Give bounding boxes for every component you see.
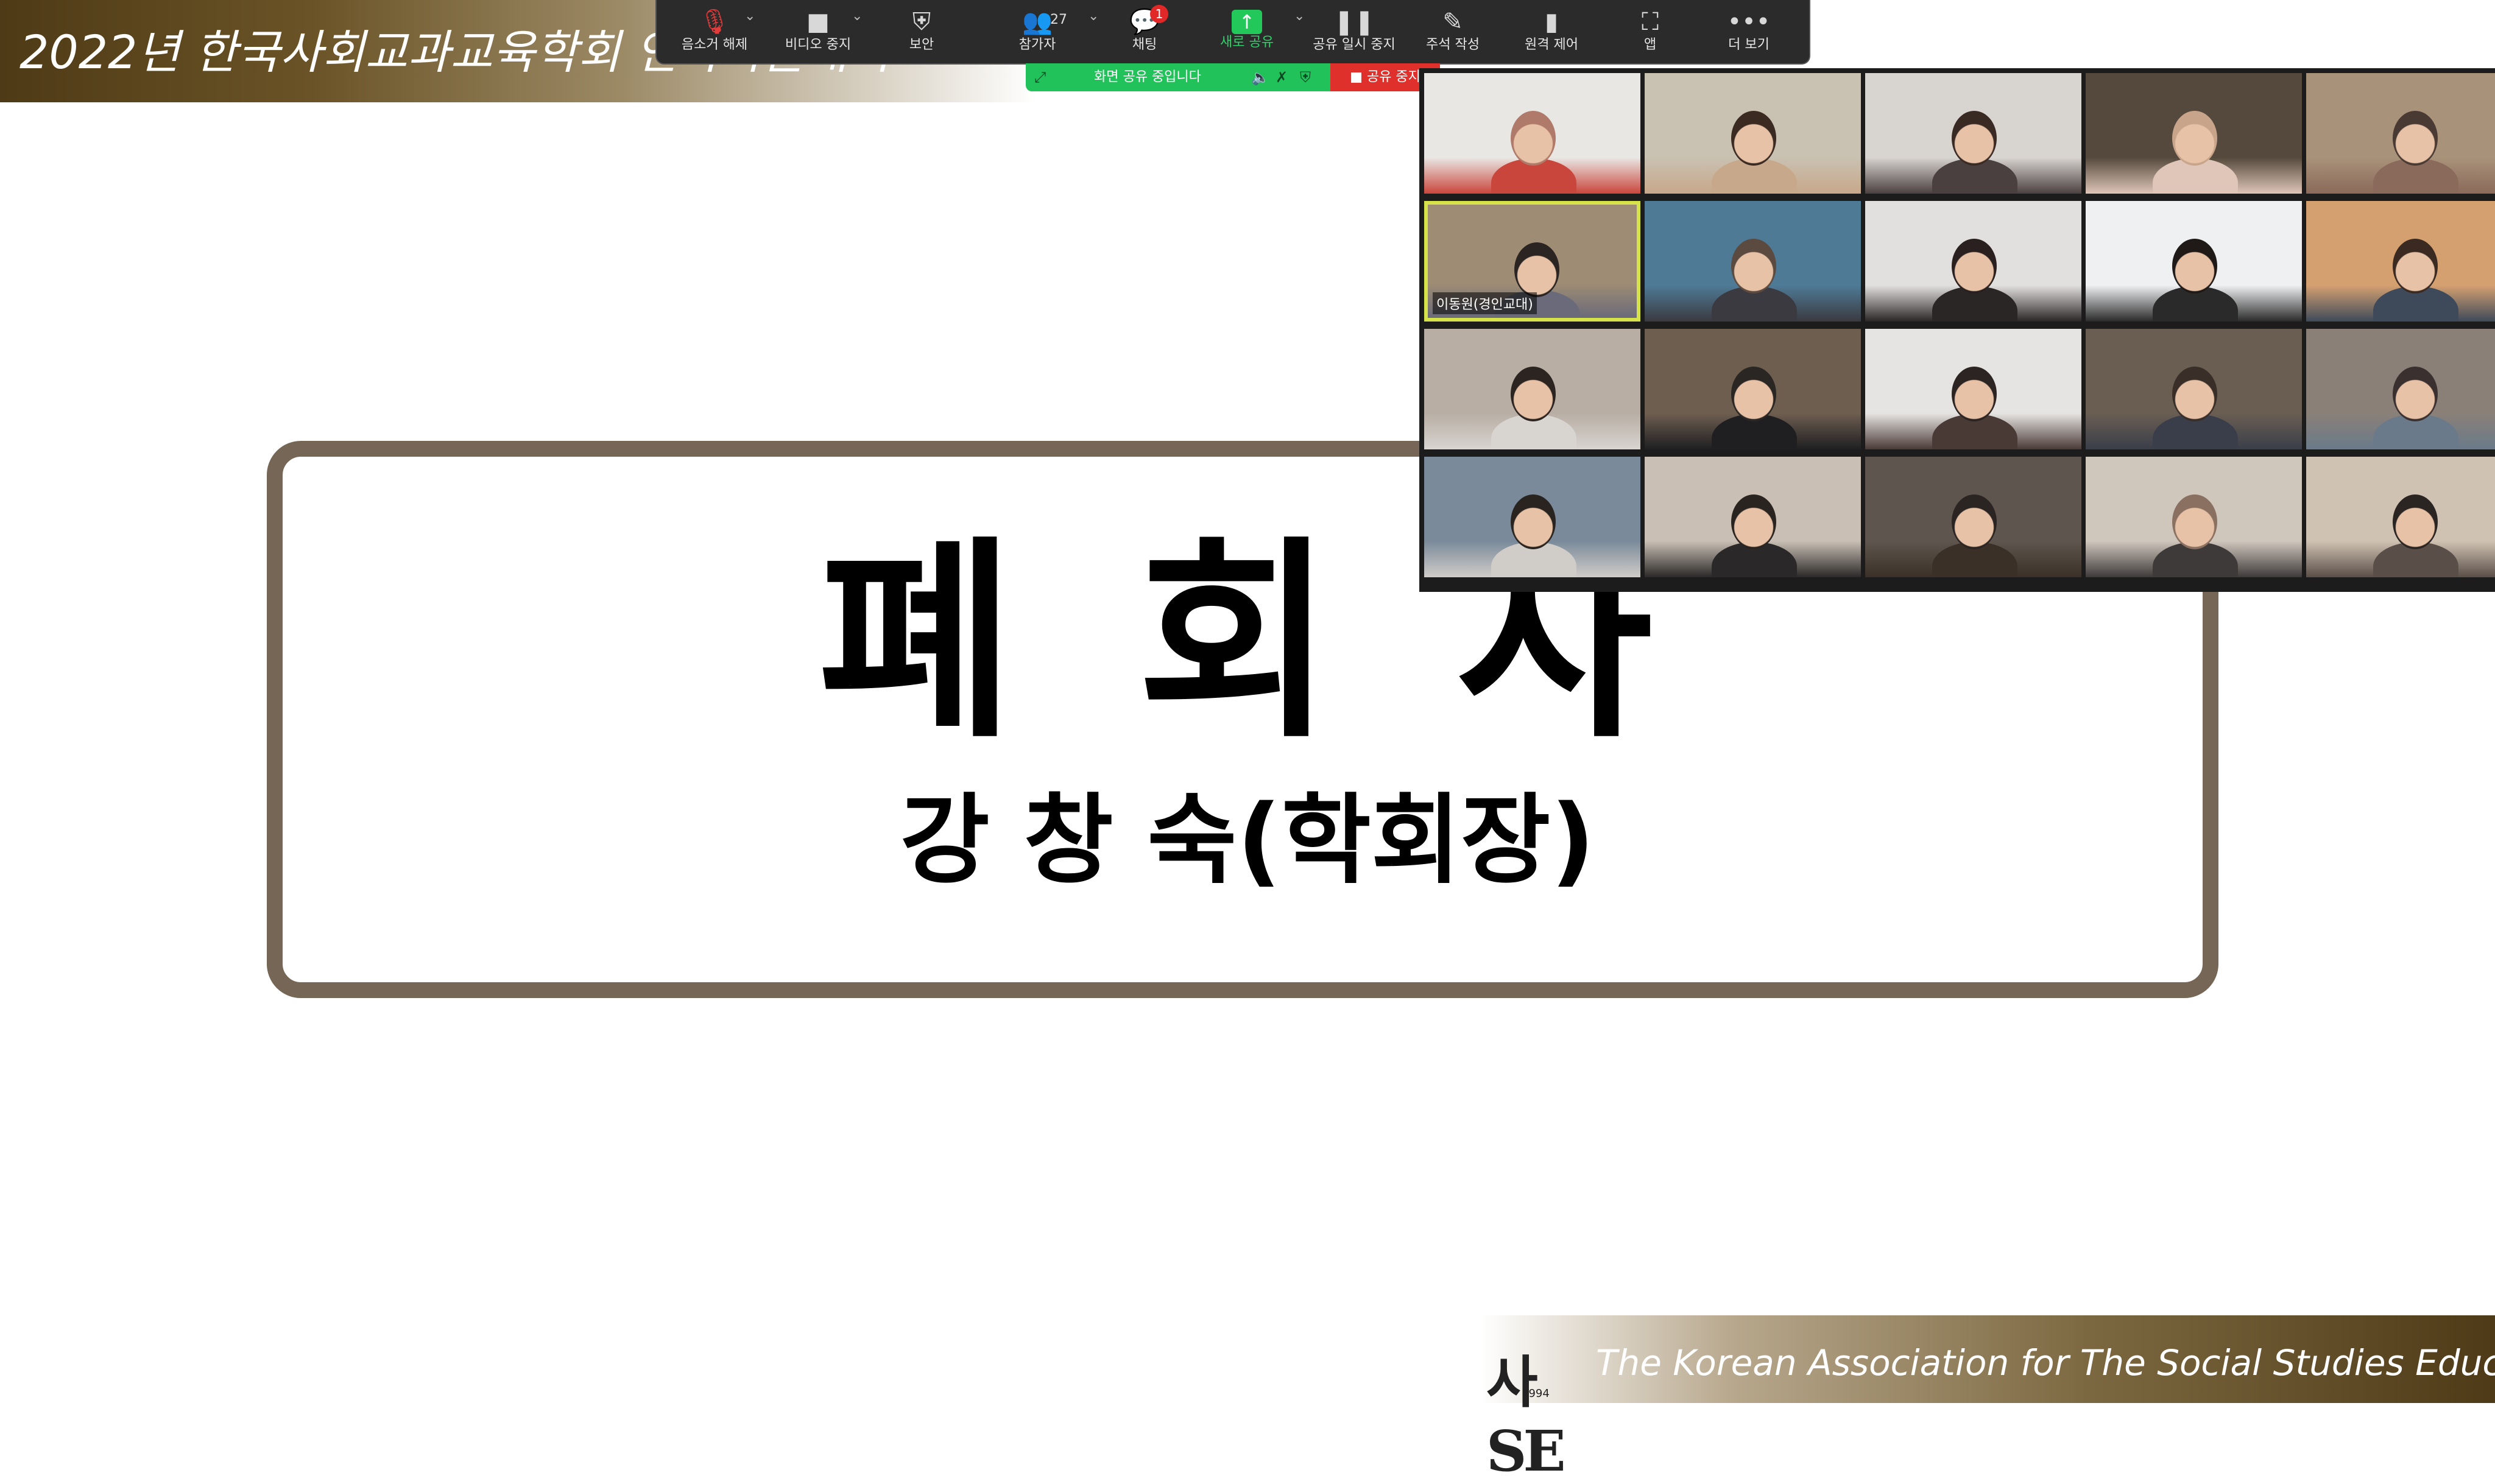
participant-video-tile[interactable] (2086, 329, 2302, 449)
participant-face (1514, 242, 1559, 297)
participant-video-tile[interactable] (2306, 457, 2495, 577)
participant-video-tile[interactable] (1645, 457, 1861, 577)
participant-face (1731, 239, 1776, 294)
screen-share-status-bar: ⤢ 화면 공유 중입니다 🔈 ✗ ⛨ ■ 공유 중지 (1026, 63, 1440, 91)
participant-video-tile[interactable] (1865, 329, 2081, 449)
chat-bubble-icon: 💬 (1129, 8, 1160, 36)
share-status-text: 화면 공유 중입니다 (1094, 69, 1201, 85)
participant-video-tile[interactable] (1424, 73, 1640, 194)
participant-video-tile[interactable] (2306, 73, 2495, 194)
security-button[interactable]: ⛨ 보안 (876, 5, 967, 60)
participant-face (1952, 494, 1997, 549)
audio-options-chevron-icon[interactable]: ⌄ (744, 9, 755, 24)
participant-face (1511, 367, 1556, 421)
participant-video-tile[interactable] (1645, 329, 1861, 449)
participant-video-tile[interactable] (2086, 457, 2302, 577)
participant-face (2393, 111, 2438, 166)
participant-video-tile[interactable] (1424, 457, 1640, 577)
video-gallery: 이동원(경인교대) (1419, 68, 2495, 592)
microphone-muted-icon[interactable]: ✗ (1276, 63, 1288, 91)
new-share-button[interactable]: ↑ 새로 공유 (1201, 5, 1293, 60)
participant-video-tile[interactable] (2306, 329, 2495, 449)
speaker-icon[interactable]: 🔈 (1251, 63, 1269, 91)
participants-options-chevron-icon[interactable]: ⌄ (1088, 9, 1099, 24)
stop-square-icon: ■ (1350, 69, 1367, 85)
chat-button[interactable]: 💬 1 채팅 (1099, 5, 1190, 60)
participant-face (2393, 367, 2438, 421)
footer-association-name: The Korean Association for The Social St… (1596, 1342, 2495, 1384)
apps-button[interactable]: ⛶ 앱 (1604, 5, 1696, 60)
share-options-chevron-icon[interactable]: ⌄ (1294, 9, 1305, 24)
pencil-icon: ✎ (1442, 8, 1463, 36)
pause-share-button[interactable]: ❚❚ 공유 일시 중지 (1308, 5, 1400, 60)
participant-face (2393, 239, 2438, 294)
participant-face (1731, 111, 1776, 166)
association-logo-year: 1994 (1522, 1387, 1550, 1400)
participant-face (1511, 494, 1556, 549)
participant-video-tile[interactable] (1865, 457, 2081, 577)
video-options-chevron-icon[interactable]: ⌄ (852, 9, 863, 24)
participant-video-tile[interactable] (1865, 201, 2081, 322)
participant-video-tile[interactable] (1865, 73, 2081, 194)
active-speaker-name: 이동원(경인교대) (1433, 292, 1537, 314)
participant-face (1731, 367, 1776, 421)
share-screen-arrow-icon: ↑ (1232, 10, 1262, 34)
mouse-icon: ▮ (1544, 8, 1558, 36)
annotate-button[interactable]: ✎ 주석 작성 (1407, 5, 1498, 60)
participant-video-tile[interactable] (2306, 201, 2495, 322)
remote-control-button[interactable]: ▮ 원격 제어 (1506, 5, 1597, 60)
participant-face (2393, 494, 2438, 549)
slide-subtitle: 강 창 숙(학회장) (900, 783, 1595, 897)
participant-video-tile[interactable] (2086, 73, 2302, 194)
participant-face (2172, 367, 2217, 421)
participants-count: 27 (1050, 12, 1067, 27)
stop-video-button[interactable]: ■ 비디오 중지 (772, 5, 864, 60)
share-status-panel[interactable]: ⤢ 화면 공유 중입니다 🔈 ✗ ⛨ (1026, 63, 1330, 91)
apps-icon: ⛶ (1642, 8, 1659, 36)
participant-video-tile[interactable] (1645, 73, 1861, 194)
meeting-toolbar: 🎙 음소거 해제 ⌄ ■ 비디오 중지 ⌄ ⛨ 보안 👥 27 참가자 ⌄ 💬 … (655, 0, 1810, 65)
drag-handle-icon[interactable]: ⤢ (1034, 63, 1046, 91)
participant-video-tile[interactable] (1645, 201, 1861, 322)
pause-icon: ❚❚ (1333, 8, 1375, 36)
video-camera-icon: ■ (806, 8, 830, 36)
participant-face (1511, 111, 1556, 166)
participant-face (1731, 494, 1776, 549)
participant-video-tile[interactable] (1424, 329, 1640, 449)
participants-icon: 👥 (1022, 8, 1053, 36)
shield-icon[interactable]: ⛨ (1300, 63, 1311, 91)
chat-unread-badge: 1 (1150, 5, 1168, 23)
participant-video-tile[interactable] (2086, 201, 2302, 322)
shield-icon: ⛨ (912, 8, 931, 36)
more-dots-icon: ••• (1727, 8, 1771, 36)
more-button[interactable]: ••• 더 보기 (1703, 5, 1794, 60)
participant-face (2172, 239, 2217, 294)
participants-button[interactable]: 👥 27 참가자 (992, 5, 1083, 60)
participant-face (1952, 239, 1997, 294)
participant-face (1952, 367, 1997, 421)
participant-face (2172, 111, 2217, 166)
participant-face (2172, 494, 2217, 549)
participant-video-tile[interactable]: 이동원(경인교대) (1424, 201, 1640, 322)
participant-face (1952, 111, 1997, 166)
